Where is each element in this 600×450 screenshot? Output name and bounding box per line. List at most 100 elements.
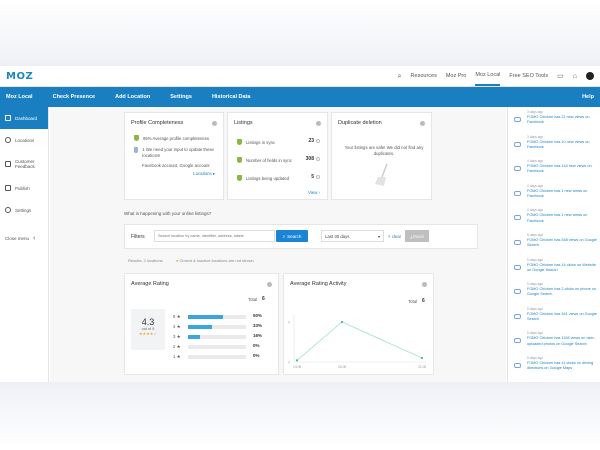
feed-item[interactable]: 5 days ago FOMO Chicken has 1156 views on… — [508, 331, 600, 355]
nav-moz-local[interactable]: Moz Local — [6, 94, 33, 100]
rating-distribution-row: 4 ★ — [173, 324, 247, 330]
nav-add-location[interactable]: Add Location — [115, 94, 150, 100]
data-point[interactable] — [420, 356, 424, 360]
top-nav-moz-local[interactable]: Moz Local — [475, 66, 501, 86]
listings-row-value: 308 — [305, 156, 314, 162]
data-point[interactable] — [340, 320, 344, 324]
info-icon[interactable] — [267, 282, 272, 287]
period-select[interactable]: Last 30 days ▾ — [321, 230, 384, 242]
rating-activity-chart: 5 014.05 28.05 22.05 — [288, 314, 426, 369]
sidebar-item-locations[interactable]: Locations — [0, 129, 48, 151]
rating-activity-card: Average Rating Activity Total 6 5 0 14.05 2… — [283, 273, 434, 375]
feed-item[interactable]: 5 days ago FOMO Chicken has 14 clicks on … — [508, 258, 600, 282]
close-menu-button[interactable]: Close menu ‹ — [0, 227, 48, 249]
search-icon: ⌕ — [282, 233, 286, 239]
feed-item[interactable]: 4 days ago FOMO Chicken has 1 new views o… — [508, 184, 600, 208]
nav-settings[interactable]: Settings — [170, 94, 192, 100]
locations-link[interactable]: Locations ▸ — [193, 171, 215, 177]
card-title: Average Rating — [131, 281, 169, 287]
feed-item[interactable]: 5 days ago FOMO Chicken has 341 views on … — [508, 307, 600, 331]
feed-item-text: FOMO Chicken has 2 clicks on phone on Go… — [527, 287, 597, 297]
moz-logo[interactable]: MOZ — [6, 71, 33, 82]
feed-item-text: FOMO Chicken has 21 new views on Faceboo… — [527, 115, 590, 125]
feed-item-text: FOMO Chicken has 548 views on Google Sea… — [527, 238, 597, 248]
info-icon[interactable] — [422, 282, 427, 287]
feed-item[interactable]: 3 days ago FOMO Chicken has 10 new views … — [508, 135, 600, 159]
feed-item-text: FOMO Chicken has 1 new views on Facebook — [527, 213, 588, 223]
data-point[interactable] — [295, 359, 299, 362]
chevron-left-icon: ‹ — [33, 234, 36, 242]
shield-check-icon — [237, 139, 242, 145]
feed-item[interactable]: 5 days ago FOMO Chicken has 11 clicks on … — [508, 356, 600, 380]
card-title: Listings — [234, 120, 253, 126]
sidebar-item-publish[interactable]: Publish — [0, 177, 48, 199]
feed-item-time: 4 days ago — [527, 159, 544, 164]
rating-row-label: 3 ★ — [173, 334, 181, 339]
eye-icon — [514, 338, 521, 344]
search-button[interactable]: ⌕ Search — [276, 230, 308, 242]
nav-help[interactable]: Help — [582, 94, 594, 100]
nav-historical-data[interactable]: Historical Data — [212, 94, 251, 100]
eye-icon — [514, 117, 521, 122]
sidebar-item-settings[interactable]: Settings — [0, 199, 48, 221]
rating-score-box: 4.3 out of 5 ★★★★☆ — [131, 309, 165, 350]
feed-item[interactable]: 5 days ago FOMO Chicken has 548 views on … — [508, 233, 600, 257]
sidebar-item-label: Settings — [15, 207, 32, 213]
close-menu-label: Close menu — [5, 235, 30, 241]
dashboard-content: Profile Completeness 95% Average profile… — [50, 107, 506, 382]
feed-item[interactable]: 3 days ago FOMO Chicken has 21 new views … — [508, 110, 600, 134]
info-icon[interactable] — [316, 121, 321, 126]
top-bar: MOZ ⌕ Resources Moz Pro Moz Local Free S… — [0, 66, 600, 87]
page-background-bottom — [0, 382, 600, 450]
user-avatar-icon[interactable] — [586, 72, 594, 80]
excel-export-button[interactable]: ⤓ Excel — [405, 230, 429, 242]
app-window: MOZ ⌕ Resources Moz Pro Moz Local Free S… — [0, 66, 600, 382]
series-line — [296, 321, 423, 361]
search-button-label: Search — [287, 233, 302, 239]
profile-input-row: 1 We need your input to update these loc… — [134, 147, 220, 158]
eye-icon — [514, 190, 521, 196]
warning-icon: ● — [176, 258, 179, 263]
chat-icon[interactable]: ▭ — [557, 73, 564, 80]
eye-icon — [514, 313, 521, 319]
clear-filters-label: clear — [391, 234, 402, 239]
info-icon[interactable] — [316, 139, 320, 143]
eye-icon — [514, 363, 521, 368]
info-icon[interactable] — [212, 121, 217, 126]
feed-item-time: 5 days ago — [527, 356, 544, 360]
sidebar-item-customer-feedback[interactable]: Customer Feedback — [0, 151, 48, 177]
rating-stars: ★★★★☆ — [139, 331, 157, 336]
profile-completeness-card: Profile Completeness 95% Average profile… — [124, 112, 224, 200]
top-nav-free-seo-tools[interactable]: Free SEO Tools — [509, 66, 548, 86]
feed-item[interactable]: 4 days ago FOMO Chicken has 144 new views… — [508, 159, 600, 183]
sidebar-item-dashboard[interactable]: Dashboard — [0, 107, 48, 129]
feed-item[interactable]: 4 days ago FOMO Chicken has 1 new views o… — [508, 208, 600, 232]
clear-filters-link[interactable]: × clear — [388, 234, 401, 239]
top-nav-moz-pro[interactable]: Moz Pro — [446, 66, 466, 86]
rating-bar-track — [188, 355, 247, 359]
top-nav-resources[interactable]: Resources — [411, 66, 437, 86]
location-search-input[interactable] — [154, 230, 275, 242]
search-icon[interactable]: ⌕ — [398, 73, 402, 80]
feed-item-text: FOMO Chicken has 1 new views on Facebook — [527, 188, 588, 198]
home-icon[interactable]: ⌂ — [573, 73, 577, 80]
feed-item-text: FOMO Chicken has 10 new views on Faceboo… — [527, 139, 590, 149]
rating-distribution-row: 2 ★ — [173, 344, 247, 350]
info-icon[interactable] — [420, 121, 425, 126]
rating-bar-fill — [188, 315, 224, 319]
period-select-value: Last 30 days — [325, 234, 350, 239]
feed-item-time: 4 days ago — [527, 208, 544, 213]
nav-check-presence[interactable]: Check Presence — [53, 94, 96, 100]
rating-bar-track — [188, 315, 247, 319]
feed-item[interactable]: 5 days ago FOMO Chicken has 2 clicks on p… — [508, 282, 600, 306]
info-icon[interactable] — [316, 157, 320, 161]
download-icon: ⤓ — [410, 233, 413, 239]
feed-item-time: 3 days ago — [527, 110, 544, 114]
view-listings-link[interactable]: View › — [308, 190, 320, 195]
filters-label: Filters — [131, 234, 145, 240]
info-icon[interactable] — [316, 175, 320, 179]
filters-bar: Filters ⌕Search Last 30 days ▾ × clear ⤓E… — [124, 224, 478, 249]
duplicate-status-text: Your listings are safe! We did not find … — [344, 145, 424, 156]
rating-row-percent: 50% — [253, 313, 263, 318]
eye-icon — [514, 289, 521, 295]
